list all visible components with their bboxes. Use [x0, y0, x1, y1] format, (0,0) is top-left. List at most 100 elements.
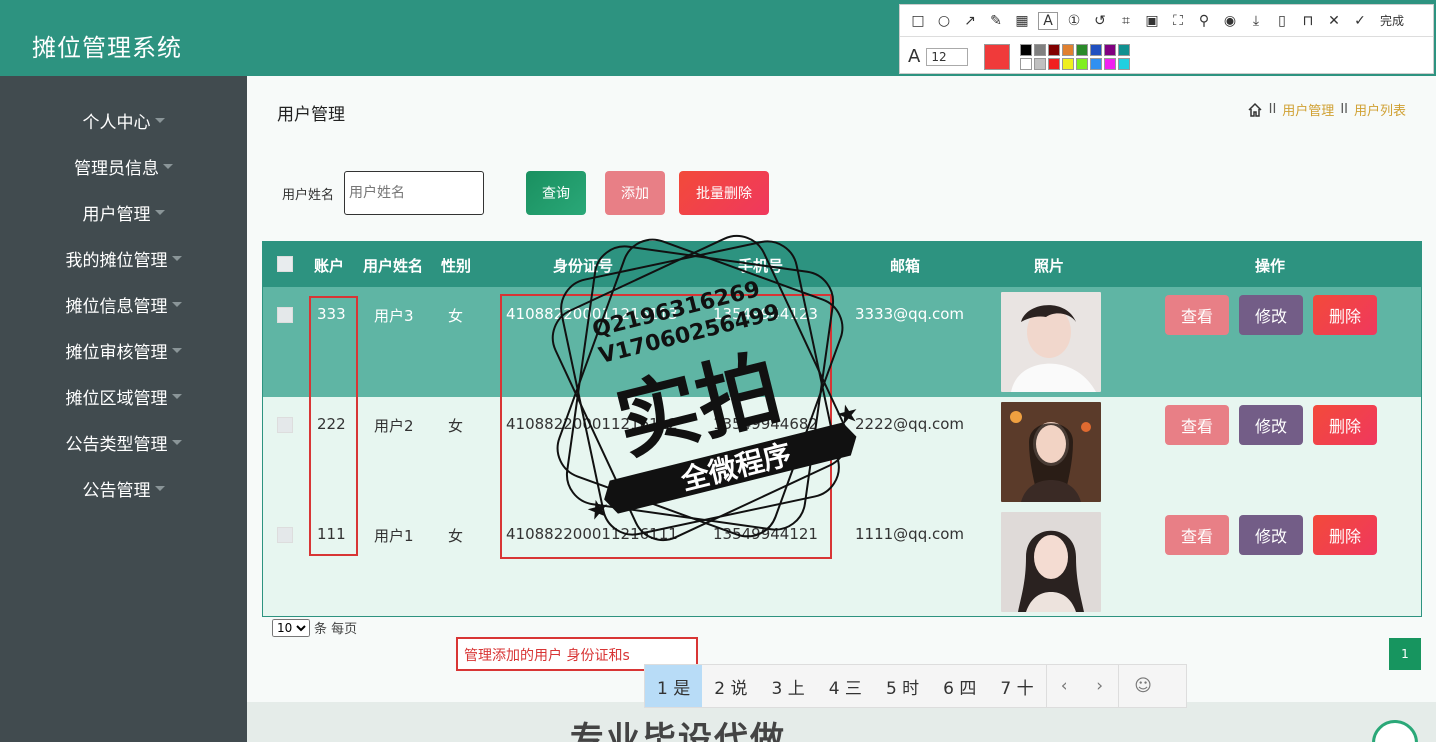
- breadcrumb-user-list[interactable]: 用户列表: [1354, 100, 1406, 119]
- color-swatch[interactable]: [1019, 43, 1032, 56]
- phone-icon[interactable]: ▯: [1272, 13, 1292, 29]
- sidebar-item-stall-review[interactable]: 摊位审核管理: [0, 327, 247, 373]
- user-photo: [1001, 402, 1101, 502]
- color-swatch[interactable]: [1103, 43, 1116, 56]
- ime-candidate[interactable]: 7 十: [988, 665, 1045, 707]
- username-search-input[interactable]: [344, 171, 484, 215]
- select-all-checkbox[interactable]: [277, 256, 293, 272]
- sidebar-item-label: 摊位审核管理: [65, 342, 168, 363]
- page-size-select[interactable]: 10: [272, 618, 310, 637]
- ime-candidate[interactable]: 6 四: [931, 665, 988, 707]
- undo-icon[interactable]: ↺: [1090, 13, 1110, 29]
- color-swatch[interactable]: [1033, 57, 1046, 70]
- sidebar-item-my-stalls[interactable]: 我的摊位管理: [0, 235, 247, 281]
- view-button[interactable]: 查看: [1165, 295, 1229, 335]
- arrow-icon[interactable]: ↗: [960, 13, 980, 29]
- color-swatch[interactable]: [1061, 57, 1074, 70]
- row-checkbox[interactable]: [277, 527, 293, 543]
- home-icon[interactable]: [1247, 102, 1263, 118]
- done-button[interactable]: 完成: [1380, 12, 1404, 29]
- record-icon[interactable]: ◉: [1220, 13, 1240, 29]
- breadcrumb-user-management[interactable]: 用户管理: [1282, 100, 1334, 119]
- color-swatch[interactable]: [1075, 57, 1088, 70]
- color-swatch[interactable]: [1117, 57, 1130, 70]
- ime-candidate[interactable]: 4 三: [817, 665, 874, 707]
- edit-button[interactable]: 修改: [1239, 515, 1303, 555]
- sidebar-item-notice[interactable]: 公告管理: [0, 465, 247, 511]
- table-row[interactable]: 222 用户2 女 410882200011216112 13549944682…: [263, 397, 1421, 507]
- pin-icon[interactable]: ⚲: [1194, 13, 1214, 29]
- download-icon[interactable]: ⤓: [1246, 13, 1266, 29]
- sidebar-item-admin-info[interactable]: 管理员信息: [0, 143, 247, 189]
- sidebar-item-profile[interactable]: 个人中心: [0, 97, 247, 143]
- delete-button[interactable]: 删除: [1313, 295, 1377, 335]
- mosaic-icon[interactable]: ▦: [1012, 13, 1032, 29]
- sidebar-item-stall-info[interactable]: 摊位信息管理: [0, 281, 247, 327]
- pen-icon[interactable]: ✎: [986, 13, 1006, 29]
- color-swatch[interactable]: [1061, 43, 1074, 56]
- color-swatch[interactable]: [1019, 57, 1032, 70]
- text-icon[interactable]: A: [1038, 11, 1058, 30]
- cell-email: 2222@qq.com: [855, 415, 965, 433]
- color-swatch[interactable]: [1033, 43, 1046, 56]
- col-phone: 手机号: [738, 257, 784, 275]
- ime-candidate[interactable]: 1 是: [645, 665, 703, 707]
- ime-prev-button[interactable]: ‹: [1045, 665, 1082, 707]
- color-swatch[interactable]: [1047, 43, 1060, 56]
- cell-gender: 女: [448, 527, 464, 545]
- row-checkbox[interactable]: [277, 307, 293, 323]
- scan-icon[interactable]: ⛶: [1168, 13, 1188, 29]
- delete-button[interactable]: 删除: [1313, 515, 1377, 555]
- color-swatch[interactable]: [1075, 43, 1088, 56]
- breadcrumb-separator: II: [1268, 102, 1277, 117]
- close-icon[interactable]: ✕: [1324, 13, 1344, 29]
- row-checkbox[interactable]: [277, 417, 293, 433]
- ime-candidate[interactable]: 2 说: [702, 665, 759, 707]
- bookmark-icon[interactable]: ⊓: [1298, 13, 1318, 29]
- caret-down-icon: [171, 255, 182, 261]
- cell-name: 用户3: [374, 307, 414, 325]
- table-row[interactable]: 111 用户1 女 410882200011216111 13549944121…: [263, 507, 1421, 617]
- table-row[interactable]: 333 用户3 女 410882200011216113 13549944123…: [263, 287, 1421, 397]
- breadcrumb-separator: II: [1340, 102, 1348, 117]
- edit-button[interactable]: 修改: [1239, 405, 1303, 445]
- add-button[interactable]: 添加: [605, 171, 665, 215]
- delete-button[interactable]: 删除: [1313, 405, 1377, 445]
- edit-button[interactable]: 修改: [1239, 295, 1303, 335]
- ime-next-button[interactable]: ›: [1082, 665, 1118, 707]
- color-swatch[interactable]: [1103, 57, 1116, 70]
- sidebar-item-stall-area[interactable]: 摊位区域管理: [0, 373, 247, 419]
- sidebar-item-user-management[interactable]: 用户管理: [0, 189, 247, 235]
- current-color-swatch[interactable]: [983, 43, 1010, 70]
- user-table: 账户 用户姓名 性别 身份证号 手机号 邮箱 照片 操作 333 用户3 女 4…: [262, 241, 1422, 617]
- sidebar: 个人中心 管理员信息 用户管理 我的摊位管理 摊位信息管理 摊位审核管理 摊位区…: [0, 76, 247, 742]
- view-button[interactable]: 查看: [1165, 515, 1229, 555]
- check-icon[interactable]: ✓: [1350, 13, 1370, 29]
- annotation-box-idcard: [500, 294, 832, 559]
- page-number-button[interactable]: 1: [1389, 638, 1421, 670]
- ime-candidate[interactable]: 5 时: [874, 665, 931, 707]
- color-swatch[interactable]: [1047, 57, 1060, 70]
- caret-down-icon: [163, 163, 173, 169]
- color-swatch[interactable]: [1117, 43, 1130, 56]
- sidebar-item-notice-type[interactable]: 公告类型管理: [0, 419, 247, 465]
- ime-emoji-button[interactable]: ☺: [1117, 665, 1168, 707]
- bulk-delete-button[interactable]: 批量删除: [679, 171, 769, 215]
- ellipse-icon[interactable]: ○: [934, 13, 954, 29]
- caret-down-icon: [171, 301, 182, 307]
- table-header: 账户 用户姓名 性别 身份证号 手机号 邮箱 照片 操作: [263, 242, 1421, 287]
- page-title: 用户管理: [277, 105, 345, 125]
- color-swatch[interactable]: [1089, 43, 1102, 56]
- screenshot-annotation-toolbar: □ ○ ↗ ✎ ▦ A ① ↺ ⌗ ▣ ⛶ ⚲ ◉ ⤓ ▯ ⊓ ✕ ✓ 完成 A…: [899, 4, 1434, 74]
- color-swatch[interactable]: [1089, 57, 1102, 70]
- user-photo: [1001, 292, 1101, 392]
- view-button[interactable]: 查看: [1165, 405, 1229, 445]
- rectangle-icon[interactable]: □: [908, 13, 928, 29]
- sidebar-item-label: 公告类型管理: [65, 434, 168, 455]
- number-icon[interactable]: ①: [1064, 13, 1084, 29]
- query-button[interactable]: 查询: [526, 171, 586, 215]
- font-size-select[interactable]: 12: [926, 47, 968, 66]
- ocr-icon[interactable]: ▣: [1142, 13, 1162, 29]
- ime-candidate[interactable]: 3 上: [759, 665, 816, 707]
- crop-icon[interactable]: ⌗: [1116, 13, 1136, 29]
